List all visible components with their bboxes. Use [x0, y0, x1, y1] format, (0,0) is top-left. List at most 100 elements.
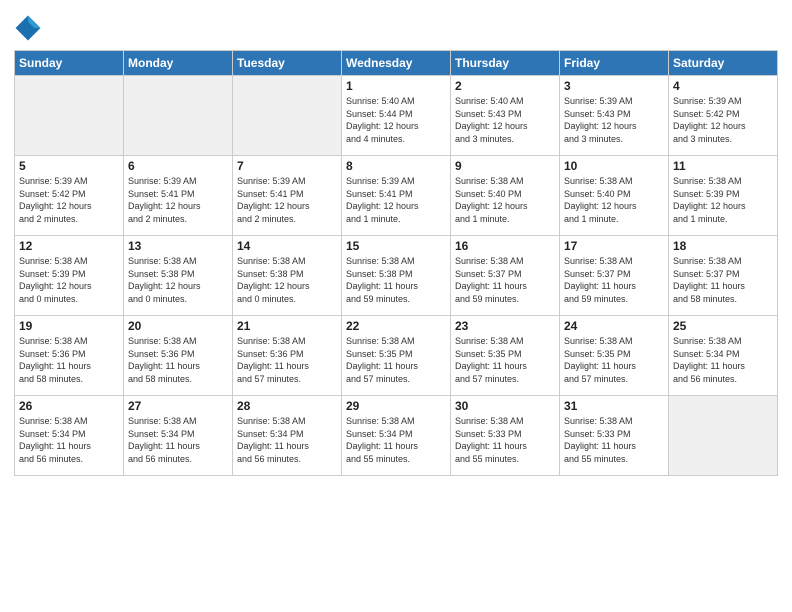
weekday-header-tuesday: Tuesday: [233, 51, 342, 76]
calendar-cell: 17 Sunrise: 5:38 AMSunset: 5:37 PMDayligh…: [560, 236, 669, 316]
day-info: Sunrise: 5:38 AMSunset: 5:33 PMDaylight:…: [564, 415, 664, 465]
calendar-week-2: 5 Sunrise: 5:39 AMSunset: 5:42 PMDaylight…: [15, 156, 778, 236]
calendar-cell: 12Sunrise: 5:38 AMSunset: 5:39 PMDayligh…: [15, 236, 124, 316]
day-info: Sunrise: 5:38 AMSunset: 5:39 PMDaylight:…: [673, 175, 773, 225]
calendar-cell: 27 Sunrise: 5:38 AMSunset: 5:34 PMDayligh…: [124, 396, 233, 476]
day-number: 23: [455, 319, 555, 333]
calendar-cell: 20Sunrise: 5:38 AMSunset: 5:36 PMDayligh…: [124, 316, 233, 396]
day-info: Sunrise: 5:38 AMSunset: 5:38 PMDaylight:…: [237, 255, 337, 305]
day-number: 25: [673, 319, 773, 333]
day-info: Sunrise: 5:38 AMSunset: 5:34 PMDaylight:…: [128, 415, 228, 465]
day-info: Sunrise: 5:38 AMSunset: 5:38 PMDaylight:…: [346, 255, 446, 305]
calendar-cell: 14 Sunrise: 5:38 AMSunset: 5:38 PMDayligh…: [233, 236, 342, 316]
day-info: Sunrise: 5:39 AMSunset: 5:41 PMDaylight:…: [237, 175, 337, 225]
day-info: Sunrise: 5:39 AMSunset: 5:41 PMDaylight:…: [128, 175, 228, 225]
day-number: 4: [673, 79, 773, 93]
day-number: 24: [564, 319, 664, 333]
day-number: 28: [237, 399, 337, 413]
calendar-cell: [669, 396, 778, 476]
day-info: Sunrise: 5:38 AMSunset: 5:40 PMDaylight:…: [455, 175, 555, 225]
calendar-week-3: 12Sunrise: 5:38 AMSunset: 5:39 PMDayligh…: [15, 236, 778, 316]
day-number: 11: [673, 159, 773, 173]
day-number: 17: [564, 239, 664, 253]
day-number: 5: [19, 159, 119, 173]
weekday-header-sunday: Sunday: [15, 51, 124, 76]
day-number: 20: [128, 319, 228, 333]
calendar-cell: 21 Sunrise: 5:38 AMSunset: 5:36 PMDayligh…: [233, 316, 342, 396]
logo-icon: [14, 14, 42, 42]
day-info: Sunrise: 5:38 AMSunset: 5:35 PMDaylight:…: [455, 335, 555, 385]
day-number: 15: [346, 239, 446, 253]
calendar-cell: [15, 76, 124, 156]
day-info: Sunrise: 5:38 AMSunset: 5:37 PMDaylight:…: [455, 255, 555, 305]
calendar-cell: 9 Sunrise: 5:38 AMSunset: 5:40 PMDaylight…: [451, 156, 560, 236]
day-info: Sunrise: 5:38 AMSunset: 5:36 PMDaylight:…: [237, 335, 337, 385]
calendar-table: SundayMondayTuesdayWednesdayThursdayFrid…: [14, 50, 778, 476]
day-number: 8: [346, 159, 446, 173]
calendar-cell: 26 Sunrise: 5:38 AMSunset: 5:34 PMDayligh…: [15, 396, 124, 476]
header: [14, 10, 778, 42]
day-info: Sunrise: 5:38 AMSunset: 5:34 PMDaylight:…: [19, 415, 119, 465]
weekday-header-monday: Monday: [124, 51, 233, 76]
calendar-cell: 30Sunrise: 5:38 AMSunset: 5:33 PMDayligh…: [451, 396, 560, 476]
day-info: Sunrise: 5:38 AMSunset: 5:34 PMDaylight:…: [346, 415, 446, 465]
day-number: 13: [128, 239, 228, 253]
day-info: Sunrise: 5:40 AMSunset: 5:43 PMDaylight:…: [455, 95, 555, 145]
logo: [14, 14, 44, 42]
calendar-cell: 15 Sunrise: 5:38 AMSunset: 5:38 PMDayligh…: [342, 236, 451, 316]
weekday-header-row: SundayMondayTuesdayWednesdayThursdayFrid…: [15, 51, 778, 76]
calendar-cell: 22 Sunrise: 5:38 AMSunset: 5:35 PMDayligh…: [342, 316, 451, 396]
day-info: Sunrise: 5:39 AMSunset: 5:42 PMDaylight:…: [673, 95, 773, 145]
day-info: Sunrise: 5:38 AMSunset: 5:33 PMDaylight:…: [455, 415, 555, 465]
day-number: 29: [346, 399, 446, 413]
day-info: Sunrise: 5:38 AMSunset: 5:37 PMDaylight:…: [673, 255, 773, 305]
calendar-cell: 19 Sunrise: 5:38 AMSunset: 5:36 PMDayligh…: [15, 316, 124, 396]
calendar-cell: 5 Sunrise: 5:39 AMSunset: 5:42 PMDaylight…: [15, 156, 124, 236]
calendar-cell: 8Sunrise: 5:39 AMSunset: 5:41 PMDaylight…: [342, 156, 451, 236]
calendar-week-4: 19 Sunrise: 5:38 AMSunset: 5:36 PMDayligh…: [15, 316, 778, 396]
calendar-cell: 29 Sunrise: 5:38 AMSunset: 5:34 PMDayligh…: [342, 396, 451, 476]
calendar-cell: 31Sunrise: 5:38 AMSunset: 5:33 PMDayligh…: [560, 396, 669, 476]
day-number: 6: [128, 159, 228, 173]
day-info: Sunrise: 5:38 AMSunset: 5:38 PMDaylight:…: [128, 255, 228, 305]
day-number: 16: [455, 239, 555, 253]
day-info: Sunrise: 5:38 AMSunset: 5:34 PMDaylight:…: [673, 335, 773, 385]
day-info: Sunrise: 5:38 AMSunset: 5:35 PMDaylight:…: [564, 335, 664, 385]
day-info: Sunrise: 5:40 AMSunset: 5:44 PMDaylight:…: [346, 95, 446, 145]
calendar-cell: [233, 76, 342, 156]
day-info: Sunrise: 5:38 AMSunset: 5:37 PMDaylight:…: [564, 255, 664, 305]
day-number: 22: [346, 319, 446, 333]
day-info: Sunrise: 5:38 AMSunset: 5:36 PMDaylight:…: [19, 335, 119, 385]
calendar-cell: 4 Sunrise: 5:39 AMSunset: 5:42 PMDaylight…: [669, 76, 778, 156]
calendar-cell: 3Sunrise: 5:39 AMSunset: 5:43 PMDaylight…: [560, 76, 669, 156]
day-number: 9: [455, 159, 555, 173]
day-info: Sunrise: 5:38 AMSunset: 5:35 PMDaylight:…: [346, 335, 446, 385]
day-number: 2: [455, 79, 555, 93]
calendar-week-5: 26 Sunrise: 5:38 AMSunset: 5:34 PMDayligh…: [15, 396, 778, 476]
calendar-cell: 11 Sunrise: 5:38 AMSunset: 5:39 PMDayligh…: [669, 156, 778, 236]
day-number: 18: [673, 239, 773, 253]
calendar-cell: 28Sunrise: 5:38 AMSunset: 5:34 PMDayligh…: [233, 396, 342, 476]
day-number: 10: [564, 159, 664, 173]
calendar-cell: 18 Sunrise: 5:38 AMSunset: 5:37 PMDayligh…: [669, 236, 778, 316]
page-container: SundayMondayTuesdayWednesdayThursdayFrid…: [0, 0, 792, 486]
day-info: Sunrise: 5:39 AMSunset: 5:42 PMDaylight:…: [19, 175, 119, 225]
weekday-header-wednesday: Wednesday: [342, 51, 451, 76]
calendar-cell: 2 Sunrise: 5:40 AMSunset: 5:43 PMDaylight…: [451, 76, 560, 156]
calendar-cell: 7Sunrise: 5:39 AMSunset: 5:41 PMDaylight…: [233, 156, 342, 236]
calendar-cell: 25 Sunrise: 5:38 AMSunset: 5:34 PMDayligh…: [669, 316, 778, 396]
calendar-cell: 10Sunrise: 5:38 AMSunset: 5:40 PMDayligh…: [560, 156, 669, 236]
calendar-cell: 23 Sunrise: 5:38 AMSunset: 5:35 PMDayligh…: [451, 316, 560, 396]
day-number: 1: [346, 79, 446, 93]
weekday-header-thursday: Thursday: [451, 51, 560, 76]
day-number: 21: [237, 319, 337, 333]
weekday-header-saturday: Saturday: [669, 51, 778, 76]
day-number: 14: [237, 239, 337, 253]
day-number: 26: [19, 399, 119, 413]
day-number: 27: [128, 399, 228, 413]
day-number: 3: [564, 79, 664, 93]
day-number: 19: [19, 319, 119, 333]
calendar-cell: [124, 76, 233, 156]
calendar-cell: 13 Sunrise: 5:38 AMSunset: 5:38 PMDayligh…: [124, 236, 233, 316]
calendar-cell: 6 Sunrise: 5:39 AMSunset: 5:41 PMDaylight…: [124, 156, 233, 236]
